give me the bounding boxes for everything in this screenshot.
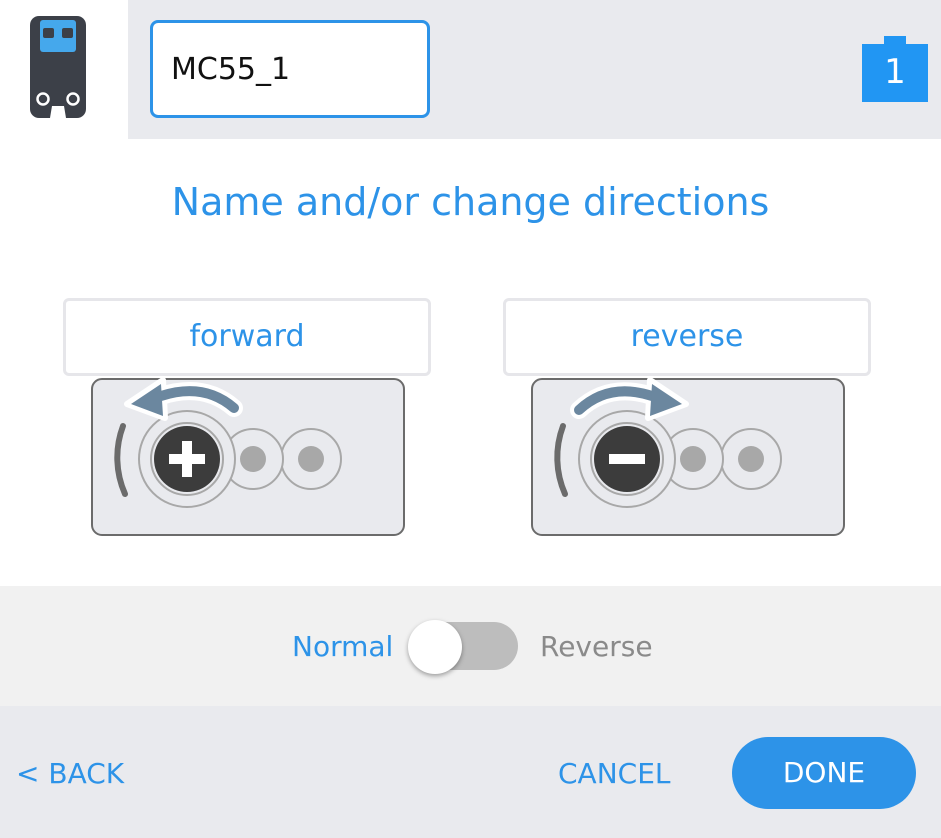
reverse-direction-label[interactable]: reverse <box>503 298 871 376</box>
toggle-knob[interactable] <box>408 620 462 674</box>
name-input[interactable] <box>150 20 430 118</box>
device-cell <box>0 0 128 139</box>
forward-direction-label[interactable]: forward <box>63 298 431 376</box>
minus-icon <box>609 454 645 464</box>
toggle-reverse-label: Reverse <box>540 630 653 663</box>
port-number: 1 <box>884 52 906 92</box>
reverse-motor-diagram <box>531 377 845 536</box>
cancel-button[interactable]: CANCEL <box>558 755 671 793</box>
done-button[interactable]: DONE <box>732 737 916 809</box>
page-heading: Name and/or change directions <box>171 180 770 224</box>
forward-motor-diagram <box>91 377 405 536</box>
motor-controller-icon <box>30 16 86 118</box>
top-bar <box>0 0 941 139</box>
port-badge: 1 <box>862 36 928 102</box>
back-button[interactable]: < BACK <box>16 755 124 793</box>
toggle-normal-label: Normal <box>292 630 394 663</box>
